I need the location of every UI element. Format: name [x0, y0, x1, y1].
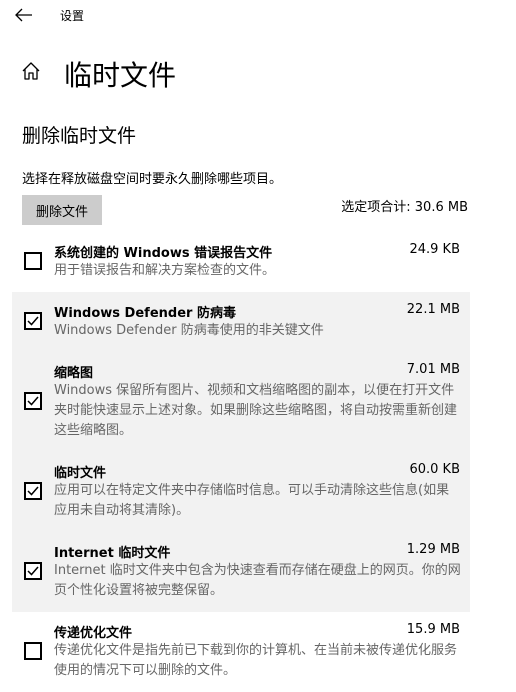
item-description: Windows 保留所有图片、视频和文档缩略图的副本，以便在打开文件夹时能快速显… [54, 383, 458, 438]
delete-files-button[interactable]: 删除文件 [22, 195, 102, 225]
back-arrow-icon [15, 8, 32, 22]
home-icon[interactable] [20, 60, 42, 82]
item-name: Internet 临时文件 [54, 546, 171, 561]
item-description: 用于错误报告和解决方案检查的文件。 [54, 263, 276, 278]
back-button[interactable] [12, 4, 36, 26]
item-description: Internet 临时文件夹中包含为快速查看而存储在硬盘上的网页。你的网页个性化… [54, 563, 461, 598]
item-size: 22.1 MB [406, 302, 460, 317]
item-name: Windows Defender 防病毒 [54, 306, 236, 321]
list-item-defender: Windows Defender 防病毒 22.1 MB Windows Def… [12, 292, 470, 350]
checkmark-icon [27, 486, 39, 496]
page-title: 临时文件 [64, 59, 177, 92]
item-name: 临时文件 [54, 466, 107, 481]
list-item-delivery-optimization: 传递优化文件 15.9 MB 传递优化文件是指先前已下载到你的计算机、在当前未被… [12, 612, 470, 692]
checkbox-thumbnails[interactable] [24, 392, 42, 410]
item-description: 应用可以在特定文件夹中存储临时信息。可以手动清除这些信息(如果应用未自动将其清除… [54, 483, 450, 518]
title-bar: 设置 [0, 0, 516, 32]
checkmark-icon [27, 316, 39, 326]
item-name: 系统创建的 Windows 错误报告文件 [54, 246, 273, 261]
item-size: 60.0 KB [409, 462, 460, 477]
section-description: 选择在释放磁盘空间时要永久删除哪些项目。 [22, 172, 283, 187]
list-item-error-reports: 系统创建的 Windows 错误报告文件 24.9 KB 用于错误报告和解决方案… [12, 232, 470, 290]
checkbox-delivery-optimization[interactable] [24, 642, 42, 660]
item-description: 传递优化文件是指先前已下载到你的计算机、在当前未被传递优化服务使用的情况下可以删… [54, 643, 458, 678]
section-title: 删除临时文件 [22, 125, 137, 147]
list-item-temp-files: 临时文件 60.0 KB 应用可以在特定文件夹中存储临时信息。可以手动清除这些信… [12, 452, 470, 532]
checkmark-icon [27, 566, 39, 576]
item-size: 7.01 MB [406, 362, 460, 377]
window-title: 设置 [60, 9, 85, 23]
item-name: 传递优化文件 [54, 626, 133, 641]
checkbox-internet-temp[interactable] [24, 562, 42, 580]
checkbox-temp-files[interactable] [24, 482, 42, 500]
list-item-internet-temp: Internet 临时文件 1.29 MB Internet 临时文件夹中包含为… [12, 532, 470, 612]
checkbox-defender[interactable] [24, 312, 42, 330]
checkbox-error-reports[interactable] [24, 252, 42, 270]
item-size: 24.9 KB [409, 242, 460, 257]
list-item-thumbnails: 缩略图 7.01 MB Windows 保留所有图片、视频和文档缩略图的副本，以… [12, 350, 470, 452]
item-size: 1.29 MB [406, 542, 460, 557]
selected-total: 选定项合计: 30.6 MB [341, 200, 468, 215]
item-description: Windows Defender 防病毒使用的非关键文件 [54, 323, 324, 338]
item-size: 15.9 MB [406, 622, 460, 637]
checkmark-icon [27, 396, 39, 406]
item-name: 缩略图 [54, 366, 94, 381]
